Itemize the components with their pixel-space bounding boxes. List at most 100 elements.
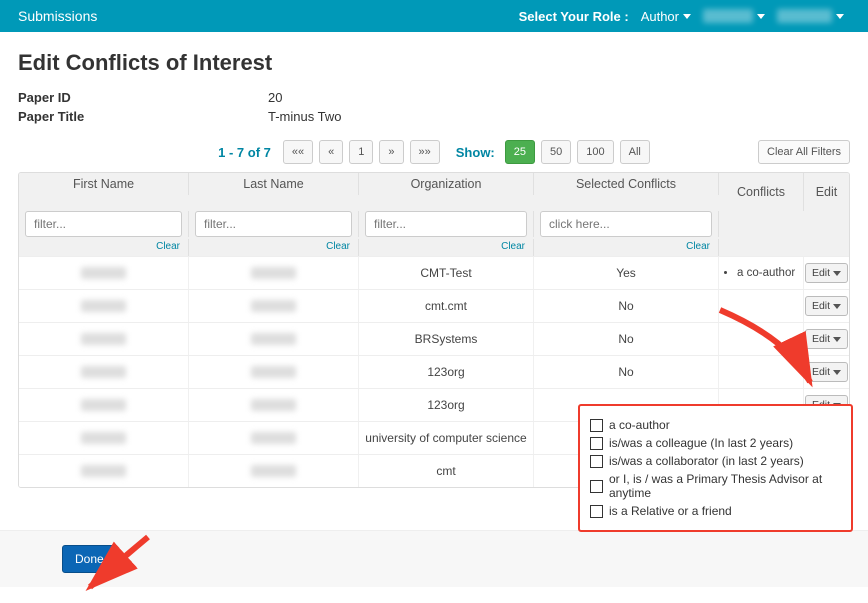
cell-last-name bbox=[189, 290, 359, 322]
cell-first-name bbox=[19, 323, 189, 355]
edit-button[interactable]: Edit bbox=[805, 329, 848, 349]
cell-organization: BRSystems bbox=[359, 323, 534, 355]
checkbox-icon[interactable] bbox=[590, 505, 603, 518]
filter-last-name[interactable] bbox=[195, 211, 352, 237]
table-row: BRSystemsNo Edit bbox=[19, 322, 849, 355]
conflict-options-dropdown[interactable]: a co-author is/was a colleague (In last … bbox=[578, 404, 853, 532]
role-select-label: Select Your Role : bbox=[519, 9, 629, 24]
cell-selected: No bbox=[534, 323, 719, 355]
chevron-down-icon bbox=[833, 337, 841, 342]
clear-last-name[interactable]: Clear bbox=[189, 239, 359, 256]
cell-last-name bbox=[189, 422, 359, 454]
col-first-name[interactable]: First Name bbox=[19, 173, 189, 195]
col-selected-conflicts[interactable]: Selected Conflicts bbox=[534, 173, 719, 195]
role-dropdown[interactable]: Author bbox=[641, 9, 691, 24]
paper-title-value: T-minus Two bbox=[268, 109, 341, 124]
paper-id-label: Paper ID bbox=[18, 90, 268, 105]
checkbox-icon[interactable] bbox=[590, 437, 603, 450]
conference-dropdown[interactable] bbox=[703, 9, 765, 23]
clear-first-name[interactable]: Clear bbox=[19, 239, 189, 256]
chevron-down-icon bbox=[833, 304, 841, 309]
chevron-down-icon bbox=[833, 271, 841, 276]
conflict-option[interactable]: or I, is / was a Primary Thesis Advisor … bbox=[590, 472, 841, 500]
cell-organization: CMT-Test bbox=[359, 257, 534, 289]
filter-selected-conflicts[interactable] bbox=[540, 211, 712, 237]
cell-selected: No bbox=[534, 290, 719, 322]
table-row: cmt.cmtNo Edit bbox=[19, 289, 849, 322]
chevron-down-icon bbox=[683, 14, 691, 19]
pager-prev[interactable]: « bbox=[319, 140, 343, 164]
checkbox-icon[interactable] bbox=[590, 480, 603, 493]
checkbox-icon[interactable] bbox=[590, 419, 603, 432]
cell-edit: Edit bbox=[804, 356, 849, 388]
cell-conflicts bbox=[719, 323, 804, 355]
pager-first[interactable]: «« bbox=[283, 140, 313, 164]
nav-submissions[interactable]: Submissions bbox=[18, 8, 97, 24]
cell-organization: cmt.cmt bbox=[359, 290, 534, 322]
cell-last-name bbox=[189, 356, 359, 388]
chevron-down-icon bbox=[757, 14, 765, 19]
col-edit: Edit bbox=[804, 173, 849, 211]
table-row: CMT-TestYesa co-authorEdit bbox=[19, 256, 849, 289]
show-label: Show: bbox=[456, 145, 495, 160]
conflict-option[interactable]: is/was a colleague (In last 2 years) bbox=[590, 436, 841, 450]
paper-title-label: Paper Title bbox=[18, 109, 268, 124]
conflict-option[interactable]: is a Relative or a friend bbox=[590, 504, 841, 518]
pager-next[interactable]: » bbox=[379, 140, 403, 164]
cell-last-name bbox=[189, 323, 359, 355]
cell-conflicts bbox=[719, 290, 804, 322]
chevron-down-icon bbox=[833, 370, 841, 375]
cell-selected: No bbox=[534, 356, 719, 388]
col-last-name[interactable]: Last Name bbox=[189, 173, 359, 195]
edit-button[interactable]: Edit bbox=[805, 362, 848, 382]
cell-edit: Edit bbox=[804, 323, 849, 355]
chevron-down-icon bbox=[836, 14, 844, 19]
clear-selected-conflicts[interactable]: Clear bbox=[534, 239, 719, 256]
cell-organization: 123org bbox=[359, 356, 534, 388]
checkbox-icon[interactable] bbox=[590, 455, 603, 468]
cell-edit: Edit bbox=[804, 290, 849, 322]
conflict-option[interactable]: a co-author bbox=[590, 418, 841, 432]
filter-first-name[interactable] bbox=[25, 211, 182, 237]
edit-button[interactable]: Edit bbox=[805, 296, 848, 316]
pager-summary: 1 - 7 of 7 bbox=[218, 145, 271, 160]
page-size-100[interactable]: 100 bbox=[577, 140, 613, 164]
cell-last-name bbox=[189, 257, 359, 289]
page-size-50[interactable]: 50 bbox=[541, 140, 571, 164]
cell-selected: Yes bbox=[534, 257, 719, 289]
cell-first-name bbox=[19, 257, 189, 289]
page-size-25[interactable]: 25 bbox=[505, 140, 535, 164]
paper-id-value: 20 bbox=[268, 90, 282, 105]
page-size-all[interactable]: All bbox=[620, 140, 650, 164]
cell-first-name bbox=[19, 455, 189, 487]
top-nav: Submissions Select Your Role : Author bbox=[0, 0, 868, 32]
cell-first-name bbox=[19, 356, 189, 388]
cell-organization: cmt bbox=[359, 455, 534, 487]
cell-last-name bbox=[189, 389, 359, 421]
pager-last[interactable]: »» bbox=[410, 140, 440, 164]
conflict-option[interactable]: is/was a collaborator (in last 2 years) bbox=[590, 454, 841, 468]
table-row: 123orgNo Edit bbox=[19, 355, 849, 388]
paper-title-row: Paper Title T-minus Two bbox=[18, 109, 850, 124]
clear-organization[interactable]: Clear bbox=[359, 239, 534, 256]
clear-all-filters-button[interactable]: Clear All Filters bbox=[758, 140, 850, 164]
cell-conflicts: a co-author bbox=[719, 257, 804, 289]
pager-page[interactable]: 1 bbox=[349, 140, 373, 164]
cell-first-name bbox=[19, 290, 189, 322]
cell-organization: 123org bbox=[359, 389, 534, 421]
edit-button[interactable]: Edit bbox=[805, 263, 848, 283]
user-dropdown[interactable] bbox=[777, 9, 844, 23]
cell-conflicts bbox=[719, 356, 804, 388]
cell-last-name bbox=[189, 455, 359, 487]
paper-id-row: Paper ID 20 bbox=[18, 90, 850, 105]
done-button[interactable]: Done bbox=[62, 545, 117, 573]
top-pager: 1 - 7 of 7 «« « 1 » »» Show: 25 50 100 A… bbox=[18, 140, 850, 164]
filter-organization[interactable] bbox=[365, 211, 527, 237]
cell-organization: university of computer science bbox=[359, 422, 534, 454]
cell-first-name bbox=[19, 422, 189, 454]
cell-edit: Edit bbox=[804, 257, 849, 289]
footer-bar: Done bbox=[0, 530, 868, 587]
page-title: Edit Conflicts of Interest bbox=[18, 50, 850, 76]
cell-first-name bbox=[19, 389, 189, 421]
col-organization[interactable]: Organization bbox=[359, 173, 534, 195]
